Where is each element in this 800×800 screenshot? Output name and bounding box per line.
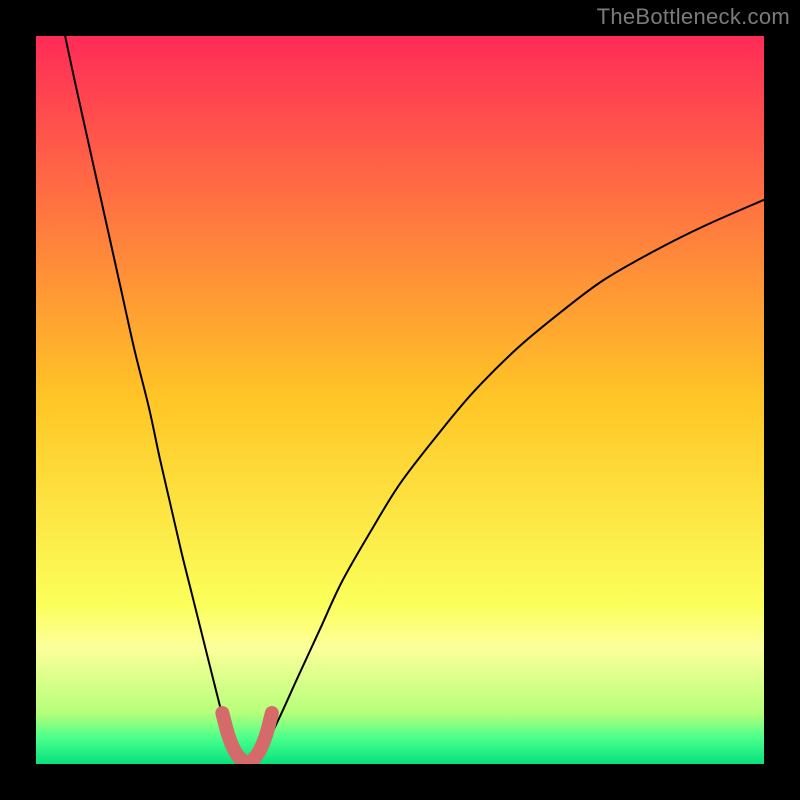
watermark-text: TheBottleneck.com (597, 4, 790, 30)
bottleneck-chart (0, 0, 800, 800)
chart-frame: TheBottleneck.com (0, 0, 800, 800)
